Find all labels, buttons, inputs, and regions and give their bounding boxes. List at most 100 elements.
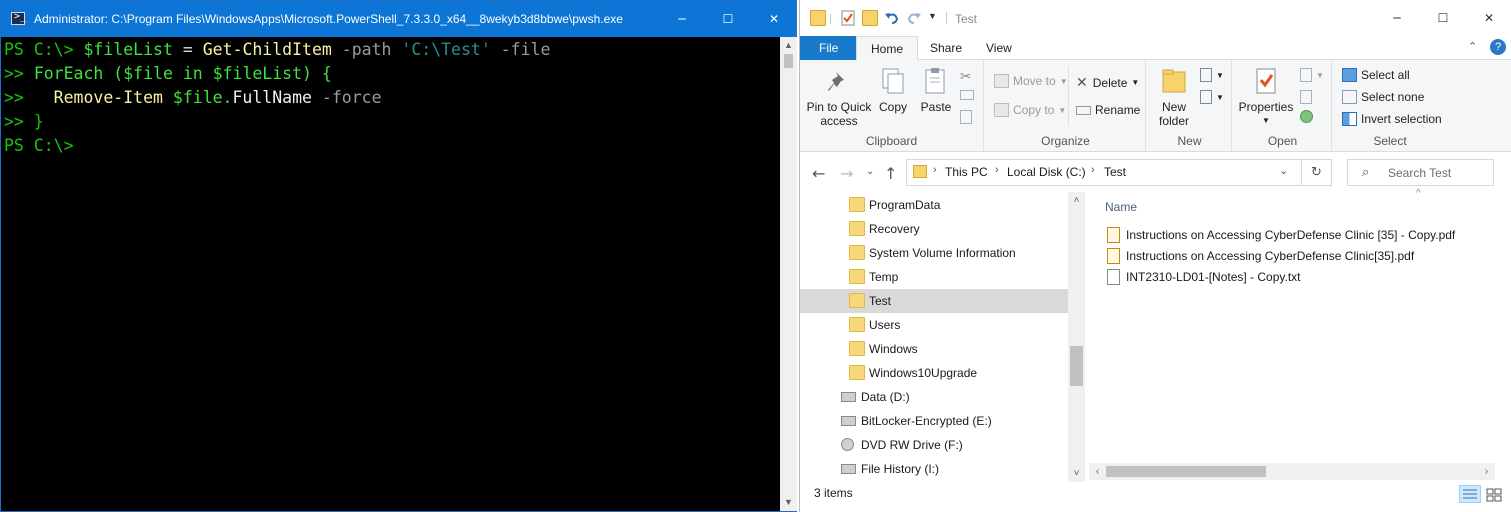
console-line: >> ForEach ($file in $fileList) { — [4, 62, 780, 86]
nav-item-windows10upgrade[interactable]: Windows10Upgrade — [800, 361, 1068, 385]
chevron-right-icon[interactable]: › — [933, 164, 937, 176]
select-group: Select all Select none Invert selection … — [1334, 60, 1446, 152]
tab-share[interactable]: Share — [916, 36, 976, 60]
scroll-right-icon[interactable]: › — [1478, 463, 1495, 480]
nav-item-data-d[interactable]: Data (D:) — [800, 385, 1068, 409]
copy-to-button[interactable]: Copy to ▼ — [994, 103, 1066, 117]
edit-icon — [1300, 90, 1312, 104]
properties-check-icon[interactable] — [840, 10, 856, 26]
console-token: >> — [4, 64, 34, 83]
text-file-icon — [1107, 269, 1120, 285]
chevron-right-icon[interactable]: › — [995, 164, 999, 176]
file-list[interactable]: ^ Name Instructions on Accessing CyberDe… — [1089, 188, 1511, 482]
scrollbar-thumb[interactable] — [784, 54, 793, 68]
easy-access-button[interactable]: ▼ — [1200, 90, 1224, 104]
nav-item-system-volume-information[interactable]: System Volume Information — [800, 241, 1068, 265]
nav-item-programdata[interactable]: ProgramData — [800, 193, 1068, 217]
nav-item-file-history-i[interactable]: File History (I:) — [800, 457, 1068, 481]
column-header-name[interactable]: Name — [1105, 200, 1137, 214]
navigation-pane[interactable]: ProgramData Recovery System Volume Informa… — [800, 192, 1068, 482]
scroll-down-icon[interactable]: ▼ — [780, 494, 797, 511]
undo-icon[interactable] — [884, 10, 900, 26]
scrollbar-thumb[interactable] — [1070, 346, 1083, 386]
console-token: $file. — [162, 88, 233, 107]
copy-path-button[interactable] — [960, 90, 978, 100]
paste-shortcut-button[interactable] — [960, 110, 976, 124]
nav-item-label: Recovery — [869, 222, 920, 236]
history-button[interactable] — [1300, 110, 1317, 123]
large-icons-view-button[interactable] — [1483, 485, 1505, 503]
customize-toolbar-icon[interactable]: ▼ — [928, 11, 944, 27]
minimize-button[interactable]: ─ — [1374, 0, 1420, 36]
breadcrumb-local-disk[interactable]: Local Disk (C:) — [1007, 165, 1086, 179]
pin-to-quick-access-button[interactable]: Pin to Quick access — [806, 66, 872, 128]
close-button[interactable]: ✕ — [1466, 0, 1511, 36]
delete-button[interactable]: ✕ Delete ▼ — [1076, 74, 1139, 91]
open-button[interactable]: ▼ — [1300, 68, 1324, 82]
scroll-down-icon[interactable]: ˅ — [1068, 465, 1085, 482]
forward-icon[interactable]: → — [840, 164, 853, 183]
horizontal-scrollbar[interactable]: ‹ › — [1089, 463, 1495, 480]
details-view-button[interactable] — [1459, 485, 1481, 503]
folder-icon — [849, 245, 865, 260]
edit-button[interactable] — [1300, 90, 1316, 104]
copy-button[interactable]: Copy — [874, 66, 912, 114]
tab-home[interactable]: Home — [856, 36, 919, 61]
recent-locations-icon[interactable]: ⌄ — [866, 166, 874, 177]
rename-button[interactable]: Rename — [1076, 103, 1140, 117]
paste-button[interactable]: Paste — [916, 66, 956, 114]
address-bar[interactable]: › This PC › Local Disk (C:) › Test ⌄ ↻ — [906, 159, 1332, 186]
search-icon: ⌕ — [1362, 164, 1370, 179]
cut-button[interactable]: ✂ — [960, 68, 972, 85]
nav-item-dvd-rw-drive-f[interactable]: DVD RW Drive (F:) — [800, 433, 1068, 457]
scroll-left-icon[interactable]: ‹ — [1089, 463, 1106, 480]
nav-item-label: System Volume Information — [869, 246, 1016, 260]
new-folder-icon[interactable] — [862, 10, 878, 26]
select-all-button[interactable]: Select all — [1342, 68, 1410, 82]
maximize-icon: ☐ — [1437, 11, 1449, 25]
help-icon[interactable]: ? — [1490, 39, 1506, 55]
refresh-icon[interactable]: ↻ — [1311, 164, 1322, 180]
chevron-right-icon[interactable]: › — [1091, 164, 1095, 176]
console-scrollbar[interactable]: ▲ ▼ — [780, 37, 797, 511]
properties-button[interactable]: Properties ▼ — [1238, 66, 1294, 128]
group-label: Clipboard — [865, 134, 918, 148]
new-folder-button[interactable]: New folder — [1154, 66, 1194, 128]
console-token: PS C:\> — [4, 136, 74, 155]
nav-item-windows[interactable]: Windows — [800, 337, 1068, 361]
invert-selection-button[interactable]: Invert selection — [1342, 112, 1442, 126]
nav-item-test[interactable]: Test — [800, 289, 1068, 313]
console-token: 'C:\Test' — [391, 40, 491, 59]
scrollbar-thumb[interactable] — [1106, 466, 1266, 477]
search-input[interactable]: ⌕ Search Test — [1347, 159, 1494, 186]
group-label: Select — [1373, 134, 1407, 148]
move-to-button[interactable]: Move to ▼ — [994, 74, 1068, 88]
minimize-button[interactable]: ─ — [659, 1, 705, 37]
scroll-up-icon[interactable]: ˄ — [1068, 192, 1085, 209]
console-token: = — [172, 40, 203, 59]
select-none-button[interactable]: Select none — [1342, 90, 1424, 104]
nav-item-recovery[interactable]: Recovery — [800, 217, 1068, 241]
separator — [946, 12, 947, 24]
powershell-title-bar[interactable]: >_ Administrator: C:\Program Files\Windo… — [1, 1, 796, 37]
navigation-scrollbar[interactable]: ˄ ˅ — [1068, 192, 1085, 482]
console-output[interactable]: PS C:\> $fileList = Get-ChildItem -path … — [4, 38, 780, 508]
nav-item-users[interactable]: Users — [800, 313, 1068, 337]
redo-icon[interactable] — [906, 10, 922, 26]
maximize-button[interactable]: ☐ — [705, 1, 751, 37]
scroll-up-icon[interactable]: ▲ — [780, 37, 797, 54]
up-icon[interactable]: ↑ — [884, 164, 897, 183]
address-dropdown-icon[interactable]: ⌄ — [1279, 164, 1288, 177]
collapse-ribbon-icon[interactable]: ⌃ — [1468, 40, 1477, 53]
nav-item-bitlocker-encrypted-e[interactable]: BitLocker-Encrypted (E:) — [800, 409, 1068, 433]
explorer-title-bar[interactable]: ▼ Test ─ ☐ ✕ — [800, 0, 1511, 36]
close-button[interactable]: ✕ — [751, 1, 797, 37]
maximize-button[interactable]: ☐ — [1420, 0, 1466, 36]
breadcrumb-this-pc[interactable]: This PC — [945, 165, 988, 179]
tab-file[interactable]: File — [800, 36, 858, 60]
back-icon[interactable]: ← — [812, 164, 825, 183]
new-item-button[interactable]: ▼ — [1200, 68, 1224, 82]
tab-view[interactable]: View — [972, 36, 1026, 60]
nav-item-temp[interactable]: Temp — [800, 265, 1068, 289]
breadcrumb-test[interactable]: Test — [1104, 165, 1126, 179]
